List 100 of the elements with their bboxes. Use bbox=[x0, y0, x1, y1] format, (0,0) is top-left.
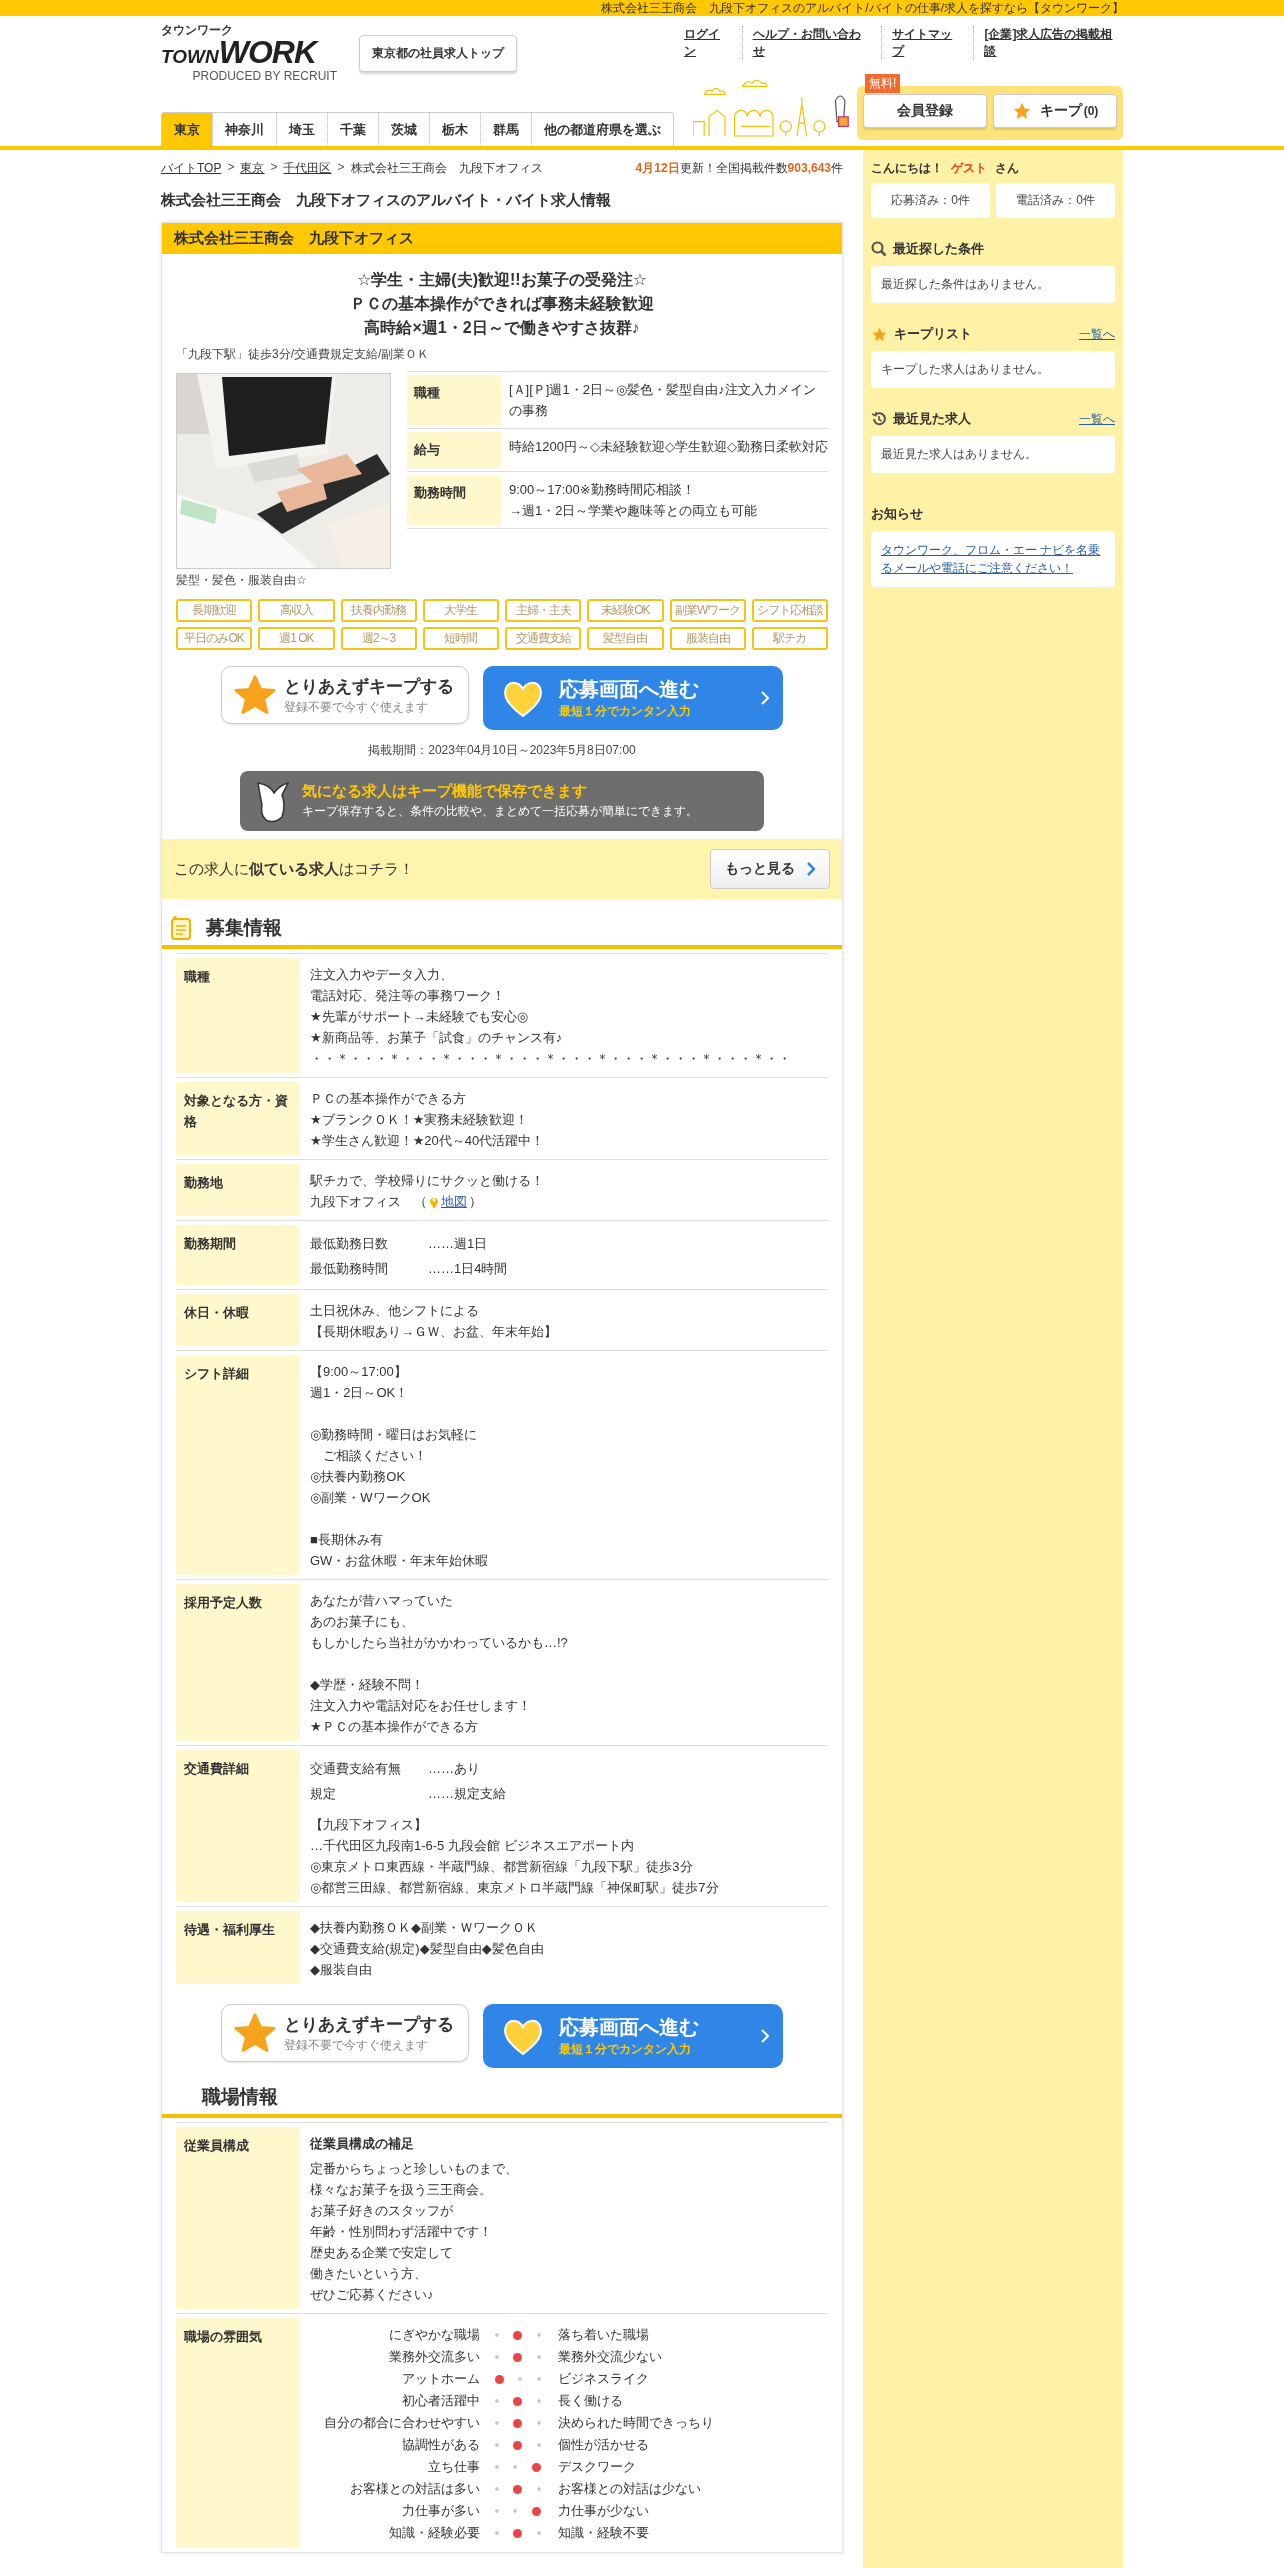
breadcrumb-link[interactable]: 千代田区 bbox=[283, 160, 332, 177]
row-label: 勤務地 bbox=[176, 1164, 300, 1216]
detail-text: ★ブランクＯＫ！★実務未経験歓迎！ bbox=[310, 1111, 530, 1129]
breadcrumb-link[interactable]: 東京 bbox=[240, 160, 265, 177]
region-tab[interactable]: 神奈川 bbox=[212, 113, 276, 146]
detail-text: 電話対応、発注等の事務ワーク！ bbox=[310, 987, 506, 1005]
feature-tag: 短時間 bbox=[422, 627, 499, 650]
summary-value: 時給1200円～◇未経験歓迎◇学生歓迎◇勤務日柔軟対応 bbox=[509, 438, 828, 456]
detail-text: 【九段下オフィス】 bbox=[310, 1816, 428, 1834]
feature-tag: 週2～3 bbox=[340, 627, 417, 650]
row-label: 職種 bbox=[176, 958, 300, 1073]
greeting-text: こんにちは！ bbox=[871, 160, 943, 177]
header-link[interactable]: ヘルプ・お問い合わせ bbox=[741, 26, 882, 60]
site-logo[interactable]: タウンワーク TOWNWORK PRODUCED BY RECRUIT bbox=[161, 24, 337, 82]
employee-jobs-button[interactable]: 東京都の社員求人トップ bbox=[359, 34, 517, 72]
apply-button[interactable]: 応募画面へ進む 最短１分でカンタン入力 bbox=[483, 666, 783, 730]
keep-job-button[interactable]: とりあえずキープする 登録不要で今すぐ使えます bbox=[221, 666, 469, 724]
region-tab[interactable]: 茨城 bbox=[378, 113, 429, 146]
feature-tag: 週1 OK bbox=[258, 627, 335, 650]
register-button[interactable]: 会員登録 bbox=[863, 94, 987, 128]
feature-tag: 交通費支給 bbox=[505, 627, 582, 650]
chevron-icon bbox=[807, 862, 815, 876]
region-tab[interactable]: 千葉 bbox=[327, 113, 378, 146]
star-icon bbox=[234, 2012, 276, 2054]
term-text: 規定 bbox=[310, 1785, 337, 1803]
detail-text: ◆交通費支給(規定)◆髪型自由◆髪色自由 bbox=[310, 1940, 545, 1958]
view-all-link[interactable]: 一覧へ bbox=[1079, 325, 1115, 343]
free-badge: 無料! bbox=[865, 74, 901, 93]
apply-button[interactable]: 応募画面へ進む 最短１分でカンタン入力 bbox=[483, 2004, 783, 2068]
similar-jobs-text: この求人に似ている求人はコチラ！ bbox=[174, 859, 414, 879]
detail-text: お菓子好きのスタッフが bbox=[310, 2202, 454, 2220]
row-label: 交通費詳細 bbox=[176, 1750, 300, 1902]
header-link[interactable]: ログイン bbox=[674, 26, 742, 60]
see-more-button[interactable]: もっと見る bbox=[710, 849, 830, 889]
summary-label: 勤務時間 bbox=[407, 475, 501, 525]
empty-message: 最近見た求人はありません。 bbox=[881, 447, 1037, 461]
row-label: 勤務期間 bbox=[176, 1225, 300, 1285]
detail-text: ◎副業・WワークOK bbox=[310, 1489, 432, 1507]
region-tab[interactable]: 栃木 bbox=[429, 113, 480, 146]
history-icon bbox=[871, 411, 887, 427]
header-link[interactable]: サイトマップ bbox=[881, 26, 974, 60]
region-tab[interactable]: 群馬 bbox=[480, 113, 531, 146]
detail-text: ★ＰＣの基本操作ができる方 bbox=[310, 1718, 479, 1736]
scale-right-label: 個性が活かせる bbox=[558, 2436, 649, 2454]
star-icon bbox=[871, 325, 888, 343]
posting-period: 掲載期間：2023年04月10日～2023年5月8日07:00 bbox=[367, 742, 637, 759]
scale-left-label: アットホーム bbox=[401, 2370, 480, 2388]
detail-text: ◆学歴・経験不問！ bbox=[310, 1676, 425, 1694]
keep-job-button[interactable]: とりあえずキープする 登録不要で今すぐ使えます bbox=[221, 2004, 469, 2062]
header-link[interactable]: [企業]求人広告の掲載相談 bbox=[973, 26, 1123, 60]
view-all-link[interactable]: 一覧へ bbox=[1079, 410, 1115, 428]
region-tab[interactable]: 埼玉 bbox=[276, 113, 327, 146]
detail-text: ★新商品等、お菓子「試食」のチャンス有♪ bbox=[310, 1029, 564, 1047]
keep-button[interactable]: キープ(0) bbox=[993, 94, 1117, 128]
row-label: 従業員構成 bbox=[176, 2127, 300, 2309]
breadcrumb-separator: > bbox=[227, 160, 235, 176]
summary-label: 職種 bbox=[407, 375, 501, 425]
breadcrumb-link[interactable]: バイトTOP bbox=[161, 160, 222, 177]
feature-tag: 未経験OK bbox=[587, 599, 664, 622]
count-box[interactable]: 電話済み：0件 bbox=[996, 183, 1115, 218]
scale-left-label: お客様との対話は多い bbox=[349, 2480, 480, 2498]
detail-text: あなたが昔ハマっていた bbox=[310, 1592, 454, 1610]
scale-left-label: 初心者活躍中 bbox=[401, 2392, 480, 2410]
detail-text: 年齢・性別問わず活躍中です！ bbox=[310, 2223, 493, 2241]
chevron-icon bbox=[761, 2029, 769, 2043]
feature-tag: 駅チカ bbox=[751, 627, 828, 650]
access-text: 「九段下駅」徒歩3分/交通費規定支給/副業ＯＫ bbox=[175, 346, 431, 363]
scale-right-label: 力仕事が少ない bbox=[558, 2502, 649, 2520]
term-text: 最低勤務日数 bbox=[310, 1235, 389, 1253]
count-box[interactable]: 応募済み：0件 bbox=[871, 183, 990, 218]
term-value: ……あり bbox=[428, 1760, 480, 1778]
catch-copy: ☆学生・主婦(夫)歓迎!!お菓子の受発注☆ bbox=[356, 270, 648, 290]
detail-text: 様々なお菓子を扱う三王商会。 bbox=[310, 2181, 493, 2199]
guest-name: ゲスト bbox=[951, 160, 987, 177]
detail-text: ★先輩がサポート→未経験でも安心◎ bbox=[310, 1008, 529, 1026]
notice-link[interactable]: タウンワーク、フロム・エー ナビを名乗るメールや電話にご注意ください！ bbox=[881, 541, 1105, 577]
term-value: ……1日4時間 bbox=[428, 1260, 508, 1278]
feature-tag: 髪型自由 bbox=[587, 627, 664, 650]
detail-text: あのお菓子にも、 bbox=[310, 1613, 415, 1631]
detail-text: ◎東京メトロ東西線・半蔵門線、都営新宿線「九段下駅」徒歩3分 bbox=[310, 1858, 694, 1876]
detail-text: 注文入力や電話対応をお任せします！ bbox=[310, 1697, 532, 1715]
region-tab[interactable]: 他の都道府県を選ぶ bbox=[531, 113, 673, 146]
feature-tag: 副業Wワーク bbox=[669, 599, 746, 622]
row-label: 対象となる方・資格 bbox=[176, 1082, 300, 1155]
detail-text: GW・お盆休暇・年末年始休暇 bbox=[310, 1552, 490, 1570]
region-tab[interactable]: 東京 bbox=[162, 113, 212, 146]
page-title: 株式会社三王商会 九段下オフィスのアルバイト・バイト求人情報 bbox=[161, 191, 612, 210]
row-label: 職場の雰囲気 bbox=[176, 2318, 300, 2548]
scale-left-label: にぎやかな職場 bbox=[388, 2326, 480, 2344]
detail-text: ） bbox=[469, 1193, 482, 1211]
company-name: 株式会社三王商会 九段下オフィス bbox=[174, 229, 414, 246]
detail-text: ◆扶養内勤務ＯＫ◆副業・ＷワークＯＫ bbox=[310, 1919, 539, 1937]
notepad-icon bbox=[170, 915, 192, 941]
empty-message: 最近探した条件はありません。 bbox=[881, 277, 1049, 291]
detail-text: ◎勤務時間・曜日はお気軽に bbox=[310, 1426, 479, 1444]
catch-copy: 高時給×週1・2日～で働きやすさ抜群♪ bbox=[363, 318, 641, 338]
search-icon bbox=[871, 241, 887, 257]
scale-right-label: 業務外交流少ない bbox=[558, 2348, 662, 2366]
detail-text: 働きたいという方、 bbox=[310, 2265, 428, 2283]
map-link[interactable]: 地図 bbox=[441, 1191, 467, 1212]
